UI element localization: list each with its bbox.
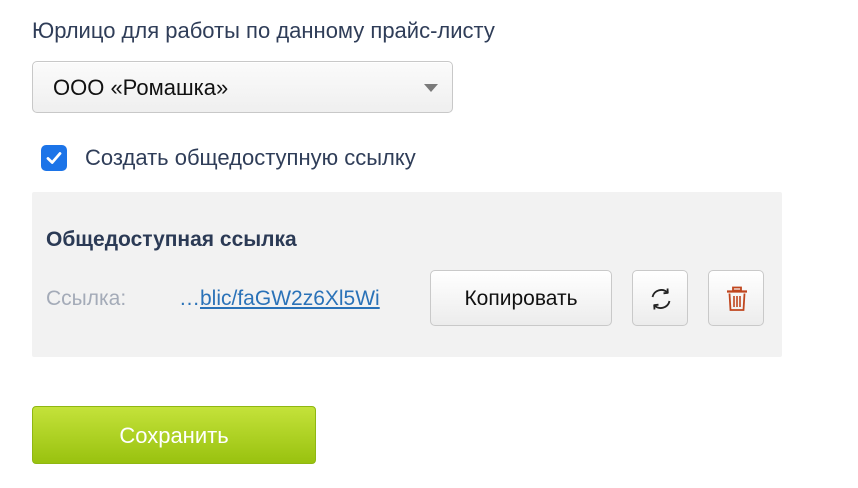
- legal-entity-selected-value: ООО «Ромашка»: [53, 75, 229, 100]
- save-button[interactable]: Сохранить: [32, 406, 316, 464]
- public-link-checkbox[interactable]: [41, 145, 67, 171]
- copy-button-label: Копировать: [464, 287, 578, 310]
- legal-entity-label: Юрлицо для работы по данному прайс-листу: [32, 18, 495, 43]
- chevron-down-icon: [424, 84, 438, 92]
- public-link-title: Общедоступная ссылка: [46, 228, 297, 251]
- public-link[interactable]: …blic/faGW2z6Xl5Wi: [179, 286, 407, 312]
- refresh-link-button[interactable]: [632, 270, 688, 326]
- legal-entity-select[interactable]: ООО «Ромашка»: [32, 61, 453, 113]
- link-ellipsis: …: [179, 287, 200, 310]
- public-link-panel: Общедоступная ссылка Ссылка: …blic/faGW2…: [32, 192, 782, 357]
- delete-link-button[interactable]: [708, 270, 764, 326]
- link-label: Ссылка:: [46, 287, 127, 310]
- refresh-icon: [651, 288, 671, 310]
- public-link-url[interactable]: blic/faGW2z6Xl5Wi: [200, 287, 380, 310]
- save-button-label: Сохранить: [119, 423, 229, 448]
- trash-icon: [727, 286, 747, 311]
- copy-button[interactable]: Копировать: [430, 270, 612, 326]
- checkmark-icon: [46, 152, 62, 164]
- public-link-checkbox-label: Создать общедоступную ссылку: [85, 145, 416, 170]
